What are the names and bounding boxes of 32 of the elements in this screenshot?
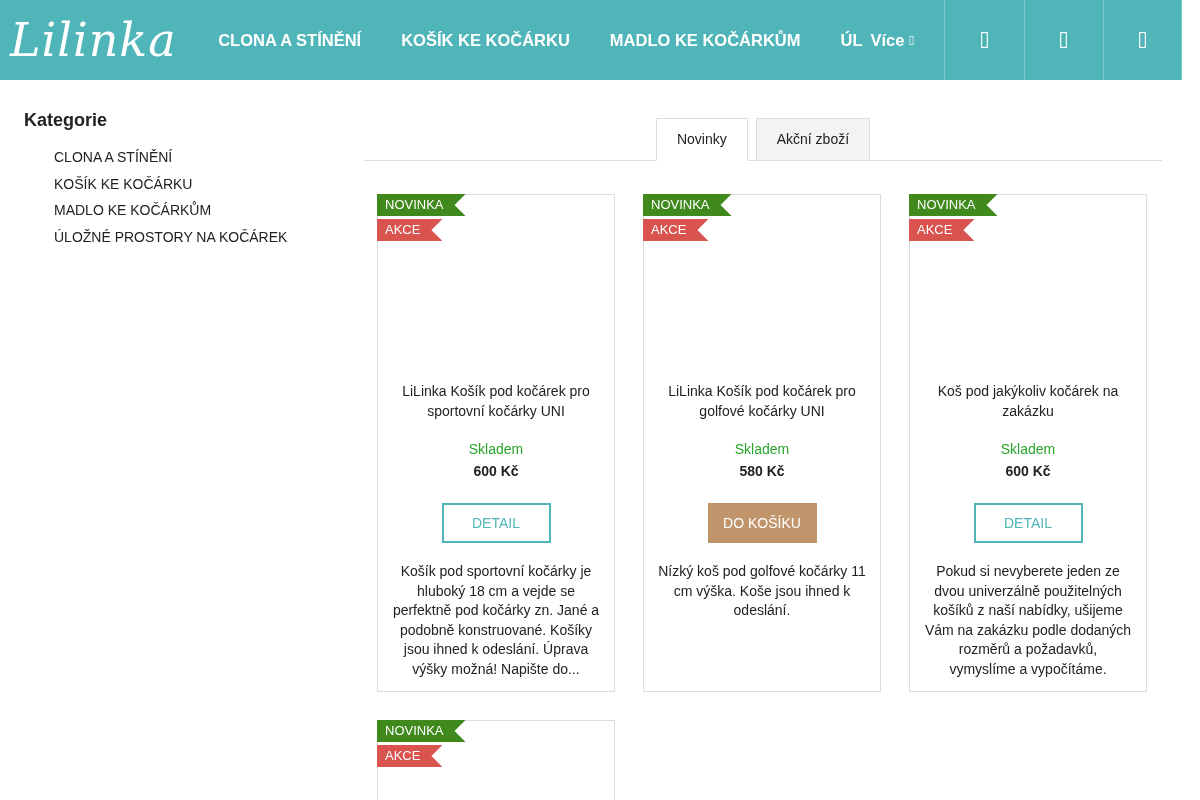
tab[interactable]: Akční zboží [755, 118, 871, 161]
sale-ribbon: AKCE [909, 219, 975, 241]
sale-ribbon: AKCE [377, 745, 443, 767]
product-price: 580 Kč [738, 462, 786, 481]
glyph-box-icon [981, 32, 989, 48]
product-price: 600 Kč [1004, 462, 1052, 481]
product-description: Nízký koš pod golfové kočárky 11 cm výška. Koše jsou ihned k odeslání. [658, 562, 866, 620]
stock-status: Skladem [467, 440, 525, 459]
product-title[interactable]: LiLinka Košík pod kočárek pro sportovní kočárky UNI [392, 382, 600, 421]
product-title[interactable]: Koš pod jakýkoliv kočárek na zakázku [924, 382, 1132, 421]
category-link[interactable]: CLONA A STÍNĚNÍ [54, 144, 364, 171]
product-description: Pokud si nevyberete jeden ze dvou univerzálně použitelných košíků z naší nabídky, ušijeme Vám na zakázku podle dodaných rozměrů a požadavků, vymyslíme a vypočítáme. [924, 562, 1132, 679]
category-link[interactable]: ÚLOŽNÉ PROSTORY NA KOČÁREK [54, 223, 364, 250]
header-icon-button[interactable] [1102, 0, 1182, 80]
stock-status: Skladem [733, 440, 791, 459]
new-ribbon: NOVINKA [377, 194, 466, 216]
product-title[interactable]: LiLinka Košík pod kočárek pro golfové kočárky UNI [658, 382, 866, 421]
new-ribbon: NOVINKA [643, 194, 732, 216]
glyph-box-icon [1060, 32, 1068, 48]
tab[interactable]: Novinky [655, 118, 748, 161]
product-price: 600 Kč [472, 462, 520, 481]
sidebar-title: Kategorie [24, 109, 109, 132]
sale-ribbon: AKCE [643, 219, 709, 241]
category-link[interactable]: MADLO KE KOČÁRKŮM [54, 197, 364, 224]
glyph-box-icon [1138, 32, 1146, 48]
new-ribbon: NOVINKA [909, 194, 998, 216]
new-ribbon: NOVINKA [377, 720, 466, 742]
sale-ribbon: AKCE [377, 219, 443, 241]
glyph-box-icon [909, 35, 915, 45]
category-link[interactable]: KOŠÍK KE KOČÁRKU [54, 170, 364, 197]
stock-status: Skladem [999, 440, 1057, 459]
product-description: Košík pod sportovní kočárky je hluboký 18 cm a vejde se perfektně pod kočárky zn. Jané a podobně konstruované. Košíky jsou ihned k odeslání. Úprava výšky možná! Napište do... [392, 562, 600, 679]
